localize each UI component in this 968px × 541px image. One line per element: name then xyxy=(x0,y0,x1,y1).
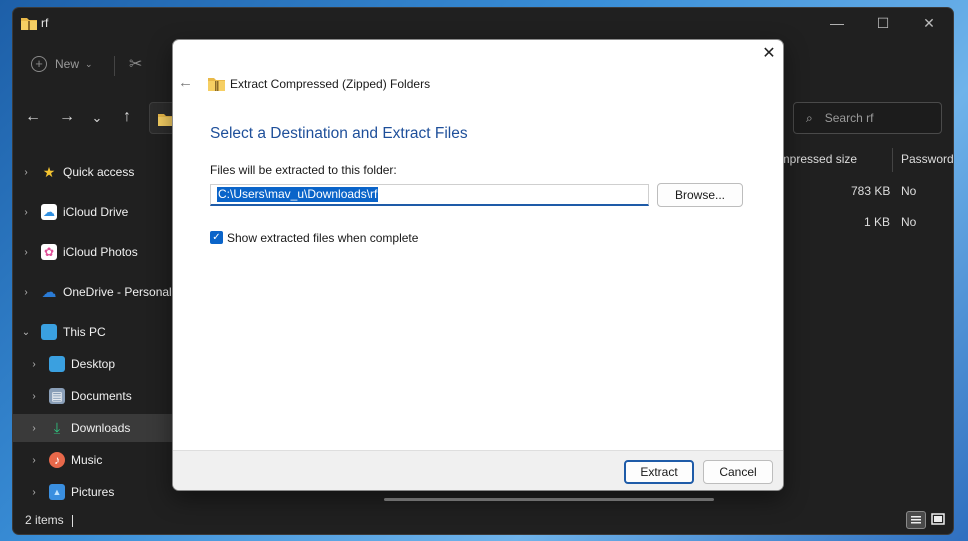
maximize-button[interactable]: ☐ xyxy=(860,8,906,38)
chevron-down-icon: ⌄ xyxy=(85,58,93,69)
cut-icon[interactable]: ✂ xyxy=(129,54,142,74)
sidebar-item-label: Quick access xyxy=(63,165,135,179)
desktop-icon: ▬ xyxy=(49,356,65,372)
recent-locations-chevron-icon[interactable]: ⌄ xyxy=(87,110,107,126)
zip-folder-icon xyxy=(21,18,37,30)
plus-circle-icon: + xyxy=(31,56,47,72)
expand-chevron-icon[interactable]: › xyxy=(21,167,31,178)
sidebar-item-music[interactable]: › ♪ Music xyxy=(13,446,173,474)
sidebar-item-onedrive[interactable]: › ☁ OneDrive - Personal xyxy=(13,278,173,306)
details-view-button[interactable] xyxy=(906,511,926,529)
back-arrow-icon[interactable]: ← xyxy=(178,74,193,91)
music-icon: ♪ xyxy=(49,452,65,468)
destination-path-input[interactable]: C:\Users\mav_u\Downloads\rf xyxy=(210,184,649,206)
column-header-compressed-size[interactable]: ompressed size xyxy=(773,152,857,166)
browse-button[interactable]: Browse... xyxy=(657,183,743,207)
search-input[interactable]: ⌕ Search rf xyxy=(793,102,942,134)
sidebar-item-label: Pictures xyxy=(71,485,115,499)
icloud-drive-icon: ☁ xyxy=(41,204,57,220)
sidebar-item-label: iCloud Drive xyxy=(63,205,129,219)
expand-chevron-icon[interactable]: › xyxy=(29,455,39,466)
close-window-button[interactable]: ✕ xyxy=(906,8,952,38)
back-arrow-icon[interactable]: ← xyxy=(23,108,43,126)
search-icon: ⌕ xyxy=(806,110,813,125)
destination-path-value: C:\Users\mav_u\Downloads\rf xyxy=(217,187,379,202)
close-icon[interactable]: ✕ xyxy=(759,44,779,64)
expand-chevron-icon[interactable]: › xyxy=(29,487,39,498)
pictures-icon: ▲ xyxy=(49,484,65,500)
new-button-label: New xyxy=(55,57,80,71)
star-icon: ★ xyxy=(42,163,56,180)
sidebar-item-downloads[interactable]: › ⤓ Downloads xyxy=(13,414,173,442)
up-arrow-icon[interactable]: ↑ xyxy=(117,108,137,126)
icloud-photos-icon: ✿ xyxy=(41,244,57,260)
downloads-icon: ⤓ xyxy=(53,419,61,437)
file-password-cell: No xyxy=(901,215,917,229)
file-password-cell: No xyxy=(901,184,917,198)
onedrive-icon: ☁ xyxy=(41,284,57,301)
window-title: rf xyxy=(41,16,49,30)
column-divider xyxy=(892,148,893,172)
toolbar-divider xyxy=(114,56,115,76)
sidebar-item-label: This PC xyxy=(63,325,106,339)
sidebar-item-label: Downloads xyxy=(71,421,131,435)
file-list-columns: ompressed size Password 783 KB No 1 KB N… xyxy=(765,148,953,238)
dialog-heading: Select a Destination and Extract Files xyxy=(210,125,468,142)
details-view-icon xyxy=(911,516,921,524)
computer-icon: ▭ xyxy=(41,324,57,340)
sidebar-item-icloud-drive[interactable]: › ☁ iCloud Drive xyxy=(13,198,173,226)
sidebar-item-desktop[interactable]: › ▬ Desktop xyxy=(13,350,173,378)
large-icons-view-icon xyxy=(931,513,945,525)
sidebar-item-label: OneDrive - Personal xyxy=(63,285,172,299)
show-files-checkbox[interactable]: ✓ xyxy=(210,231,223,244)
expand-chevron-icon[interactable]: › xyxy=(29,391,39,402)
expand-chevron-icon[interactable]: › xyxy=(29,423,39,434)
sidebar-item-label: Music xyxy=(71,453,103,467)
sidebar-item-pictures[interactable]: › ▲ Pictures xyxy=(13,478,173,506)
collapse-chevron-icon[interactable]: ⌄ xyxy=(21,327,31,338)
item-count: 2 items xyxy=(25,513,64,527)
minimize-button[interactable]: — xyxy=(814,8,860,38)
large-icons-view-button[interactable] xyxy=(929,511,949,529)
sidebar-item-label: Desktop xyxy=(71,357,116,371)
extract-dialog: ✕ ← Extract Compressed (Zipped) Folders … xyxy=(172,39,784,491)
search-placeholder: Search rf xyxy=(824,111,874,125)
new-button[interactable]: + New ⌄ xyxy=(31,52,93,76)
destination-label: Files will be extracted to this folder: xyxy=(210,163,397,177)
sidebar-item-label: Documents xyxy=(71,389,132,403)
dialog-title: Extract Compressed (Zipped) Folders xyxy=(230,77,431,91)
horizontal-scrollbar[interactable] xyxy=(384,498,714,501)
extract-button[interactable]: Extract xyxy=(624,460,694,484)
sidebar-item-label: iCloud Photos xyxy=(63,245,138,259)
documents-icon: ▤ xyxy=(49,388,65,404)
dialog-footer: Extract Cancel xyxy=(173,450,783,490)
expand-chevron-icon[interactable]: › xyxy=(21,207,31,218)
show-files-checkbox-label[interactable]: Show extracted files when complete xyxy=(227,231,418,245)
status-divider xyxy=(71,514,73,527)
expand-chevron-icon[interactable]: › xyxy=(21,287,31,298)
column-header-password[interactable]: Password xyxy=(901,152,953,166)
title-bar: rf — ☐ ✕ xyxy=(13,8,953,38)
expand-chevron-icon[interactable]: › xyxy=(29,359,39,370)
sidebar-item-this-pc[interactable]: ⌄ ▭ This PC xyxy=(13,318,173,346)
expand-chevron-icon[interactable]: › xyxy=(21,247,31,258)
sidebar-item-icloud-photos[interactable]: › ✿ iCloud Photos xyxy=(13,238,173,266)
navigation-pane: › ★ Quick access › ☁ iCloud Drive › ✿ iC… xyxy=(13,152,173,504)
zip-folder-icon xyxy=(208,78,225,91)
forward-arrow-icon[interactable]: → xyxy=(57,108,77,126)
file-size-cell: 783 KB xyxy=(851,184,891,198)
sidebar-item-quick-access[interactable]: › ★ Quick access xyxy=(13,158,173,186)
sidebar-item-documents[interactable]: › ▤ Documents xyxy=(13,382,173,410)
status-bar: 2 items xyxy=(25,513,73,527)
cancel-button[interactable]: Cancel xyxy=(703,460,773,484)
file-size-cell: 1 KB xyxy=(864,215,891,229)
